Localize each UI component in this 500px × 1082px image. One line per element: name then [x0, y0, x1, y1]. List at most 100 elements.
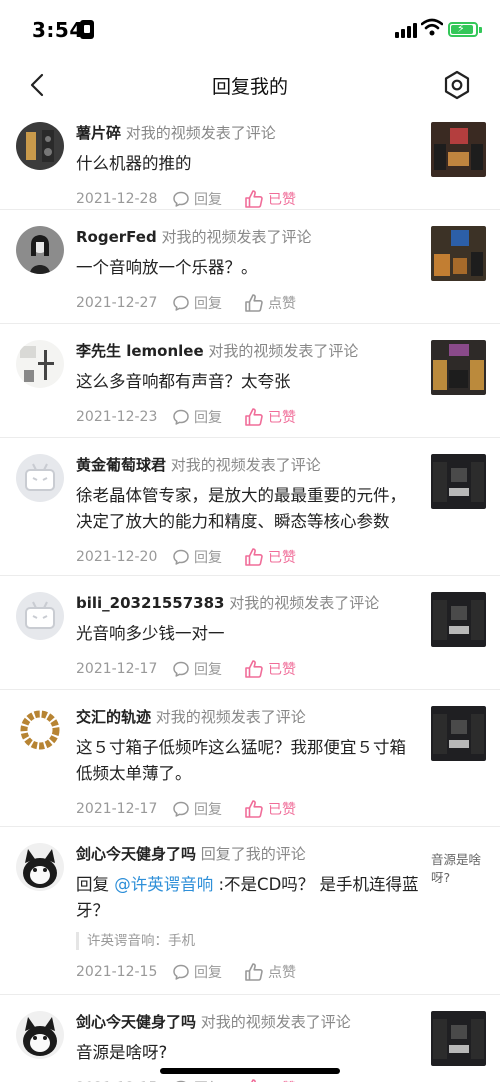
avatar[interactable] [16, 1011, 64, 1059]
video-thumbnail[interactable] [431, 454, 486, 509]
like-button[interactable]: 已赞 [244, 1078, 296, 1082]
settings-hexagon-icon[interactable] [440, 68, 474, 102]
like-button[interactable]: 点赞 [244, 293, 296, 313]
video-thumbnail[interactable] [431, 592, 486, 647]
action-text: 对我的视频发表了评论 [155, 708, 306, 726]
reply-button[interactable]: 回复 [172, 547, 244, 567]
reply-button[interactable]: 回复 [172, 293, 244, 313]
like-button[interactable]: 已赞 [244, 407, 296, 427]
video-thumbnail[interactable] [431, 226, 486, 281]
comment-text: 音源是啥呀? [76, 1043, 168, 1062]
reply-button[interactable]: 回复 [172, 799, 244, 819]
like-button[interactable]: 已赞 [244, 547, 296, 567]
thumbs-up-icon [245, 660, 263, 678]
like-label: 已赞 [268, 1078, 296, 1082]
comment-text: 一个音响放一个乐器？。 [76, 258, 258, 277]
reply-button[interactable]: 回复 [172, 962, 244, 982]
like-label: 已赞 [268, 192, 296, 208]
reply-label: 回复 [194, 410, 222, 426]
username[interactable]: 黄金葡萄球君 [76, 456, 166, 474]
video-thumbnail[interactable] [431, 122, 486, 177]
list-item[interactable]: 剑心今天健身了吗 回复了我的评论 回复 @许英谔音响 :不是CD吗？ 是手机连得… [0, 827, 500, 995]
comment-date: 2021-12-15 [76, 964, 158, 980]
comment-bubble-icon [173, 549, 189, 565]
nav-bar: 回复我的 [0, 60, 500, 110]
avatar[interactable] [16, 592, 64, 640]
comment-bubble-icon [173, 661, 189, 677]
comment-text: 徐老晶体管专家，是放大的最最重要的元件，决定了放大的能力和精度、瞬态等核心参数 [76, 486, 406, 531]
charging-bolt-icon: ⚡ [457, 22, 465, 35]
action-text: 对我的视频发表了评论 [125, 124, 276, 142]
battery-tip [479, 27, 482, 33]
reply-label: 回复 [194, 1078, 222, 1082]
original-comment-preview[interactable]: 音源是啥呀? [431, 851, 489, 887]
reply-label: 回复 [194, 550, 222, 566]
reply-button[interactable]: 回复 [172, 1078, 244, 1082]
username[interactable]: 薯片碎 [76, 124, 121, 142]
home-indicator[interactable] [160, 1068, 340, 1074]
comment-date: 2021-12-28 [76, 191, 158, 207]
like-button[interactable]: 点赞 [244, 962, 296, 982]
thumbs-up-icon [245, 548, 263, 566]
thumbs-up-icon [245, 408, 263, 426]
reply-label: 回复 [194, 662, 222, 678]
cellular-signal-icon [395, 22, 417, 38]
wifi-icon [421, 18, 443, 36]
reply-label: 回复 [194, 296, 222, 312]
reply-label: 回复 [194, 965, 222, 981]
comment-bubble-icon [173, 964, 189, 980]
comment-text: 光音响多少钱一对一 [76, 624, 225, 643]
action-text: 对我的视频发表了评论 [208, 342, 359, 360]
mention-link[interactable]: @许英谔音响 [114, 875, 213, 894]
username[interactable]: 李先生 lemonlee [76, 342, 204, 360]
username[interactable]: 交汇的轨迹 [76, 708, 151, 726]
like-button[interactable]: 已赞 [244, 799, 296, 819]
like-button[interactable]: 已赞 [244, 189, 296, 209]
username[interactable]: 剑心今天健身了吗 [76, 1013, 196, 1031]
avatar[interactable] [16, 843, 64, 891]
action-text: 对我的视频发表了评论 [200, 1013, 351, 1031]
reply-button[interactable]: 回复 [172, 407, 244, 427]
like-label: 已赞 [268, 410, 296, 426]
avatar[interactable] [16, 706, 64, 754]
comment-text: 这５寸箱子低频咋这么猛呢？我那便宜５寸箱低频太单薄了。 [76, 738, 406, 783]
video-thumbnail[interactable] [431, 1011, 486, 1066]
list-item[interactable]: bili_20321557383 对我的视频发表了评论 光音响多少钱一对一 20… [0, 576, 500, 690]
avatar[interactable] [16, 454, 64, 502]
avatar[interactable] [16, 340, 64, 388]
list-item[interactable]: 黄金葡萄球君 对我的视频发表了评论 徐老晶体管专家，是放大的最最重要的元件，决定… [0, 438, 500, 576]
thumbs-up-icon [245, 294, 263, 312]
list-item[interactable]: RogerFed 对我的视频发表了评论 一个音响放一个乐器？。 2021-12-… [0, 210, 500, 324]
avatar[interactable] [16, 122, 64, 170]
list-item[interactable]: 李先生 lemonlee 对我的视频发表了评论 这么多音响都有声音？太夸张 20… [0, 324, 500, 438]
reply-button[interactable]: 回复 [172, 189, 244, 209]
thumbs-up-icon [245, 190, 263, 208]
comment-text: 什么机器的推的 [76, 154, 192, 173]
comment-date: 2021-12-23 [76, 409, 158, 425]
video-thumbnail[interactable] [431, 706, 486, 761]
comment-date: 2021-12-27 [76, 295, 158, 311]
comment-bubble-icon [173, 801, 189, 817]
list-item[interactable]: 交汇的轨迹 对我的视频发表了评论 这５寸箱子低频咋这么猛呢？我那便宜５寸箱低频太… [0, 690, 500, 827]
thumbs-up-icon [245, 963, 263, 981]
username[interactable]: 剑心今天健身了吗 [76, 845, 196, 863]
status-bar: 3:54 ⚡ [0, 0, 500, 60]
reply-label: 回复 [194, 192, 222, 208]
username[interactable]: RogerFed [76, 228, 157, 246]
action-text: 对我的视频发表了评论 [161, 228, 312, 246]
comment-bubble-icon [173, 191, 189, 207]
page-title: 回复我的 [211, 76, 288, 98]
action-text: 对我的视频发表了评论 [170, 456, 321, 474]
list-item[interactable]: 薯片碎 对我的视频发表了评论 什么机器的推的 2021-12-28 回复 已赞 [0, 110, 500, 210]
avatar[interactable] [16, 226, 64, 274]
like-label: 点赞 [268, 296, 296, 312]
like-label: 已赞 [268, 802, 296, 818]
quoted-comment: 许英谔音响：手机 [76, 932, 421, 950]
username[interactable]: bili_20321557383 [76, 594, 224, 612]
comment-date: 2021-12-17 [76, 661, 158, 677]
video-thumbnail[interactable] [431, 340, 486, 395]
like-label: 已赞 [268, 550, 296, 566]
like-button[interactable]: 已赞 [244, 659, 296, 679]
reply-button[interactable]: 回复 [172, 659, 244, 679]
comment-bubble-icon [173, 295, 189, 311]
